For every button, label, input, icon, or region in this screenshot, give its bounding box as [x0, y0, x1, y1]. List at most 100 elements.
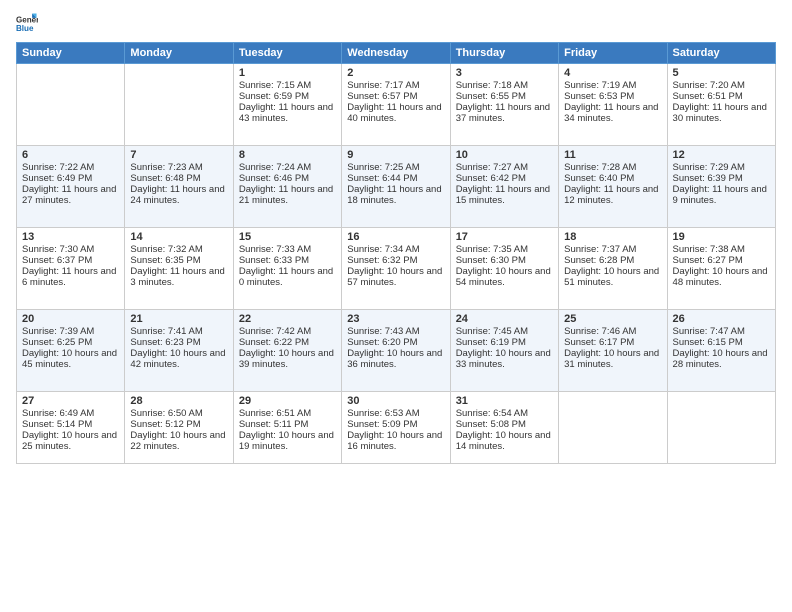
- day-number: 13: [22, 231, 119, 243]
- sunrise-text: Sunrise: 7:15 AM: [239, 80, 336, 91]
- sunset-text: Sunset: 5:14 PM: [22, 419, 119, 430]
- day-number: 19: [673, 231, 770, 243]
- sunrise-text: Sunrise: 6:51 AM: [239, 408, 336, 419]
- sunset-text: Sunset: 6:23 PM: [130, 337, 227, 348]
- daylight-text: Daylight: 11 hours and 40 minutes.: [347, 102, 444, 124]
- sunset-text: Sunset: 6:28 PM: [564, 255, 661, 266]
- calendar-cell: 9Sunrise: 7:25 AMSunset: 6:44 PMDaylight…: [342, 146, 450, 228]
- sunset-text: Sunset: 6:37 PM: [22, 255, 119, 266]
- sunset-text: Sunset: 6:48 PM: [130, 173, 227, 184]
- daylight-text: Daylight: 11 hours and 12 minutes.: [564, 184, 661, 206]
- sunrise-text: Sunrise: 7:27 AM: [456, 162, 553, 173]
- sunset-text: Sunset: 6:30 PM: [456, 255, 553, 266]
- sunset-text: Sunset: 5:09 PM: [347, 419, 444, 430]
- daylight-text: Daylight: 11 hours and 9 minutes.: [673, 184, 770, 206]
- daylight-text: Daylight: 10 hours and 57 minutes.: [347, 266, 444, 288]
- calendar-cell: 17Sunrise: 7:35 AMSunset: 6:30 PMDayligh…: [450, 228, 558, 310]
- daylight-text: Daylight: 11 hours and 15 minutes.: [456, 184, 553, 206]
- daylight-text: Daylight: 11 hours and 6 minutes.: [22, 266, 119, 288]
- daylight-text: Daylight: 11 hours and 3 minutes.: [130, 266, 227, 288]
- calendar-cell: 16Sunrise: 7:34 AMSunset: 6:32 PMDayligh…: [342, 228, 450, 310]
- sunrise-text: Sunrise: 7:29 AM: [673, 162, 770, 173]
- day-number: 2: [347, 67, 444, 79]
- sunrise-text: Sunrise: 7:25 AM: [347, 162, 444, 173]
- sunset-text: Sunset: 6:17 PM: [564, 337, 661, 348]
- sunset-text: Sunset: 6:44 PM: [347, 173, 444, 184]
- sunset-text: Sunset: 6:35 PM: [130, 255, 227, 266]
- day-number: 24: [456, 313, 553, 325]
- day-number: 11: [564, 149, 661, 161]
- day-number: 28: [130, 395, 227, 407]
- daylight-text: Daylight: 11 hours and 30 minutes.: [673, 102, 770, 124]
- logo: General Blue: [16, 12, 42, 34]
- daylight-text: Daylight: 10 hours and 16 minutes.: [347, 430, 444, 452]
- sunrise-text: Sunrise: 7:35 AM: [456, 244, 553, 255]
- calendar-cell: 7Sunrise: 7:23 AMSunset: 6:48 PMDaylight…: [125, 146, 233, 228]
- day-number: 20: [22, 313, 119, 325]
- calendar-cell: 19Sunrise: 7:38 AMSunset: 6:27 PMDayligh…: [667, 228, 775, 310]
- sunrise-text: Sunrise: 7:30 AM: [22, 244, 119, 255]
- daylight-text: Daylight: 11 hours and 18 minutes.: [347, 184, 444, 206]
- sunset-text: Sunset: 6:57 PM: [347, 91, 444, 102]
- day-number: 17: [456, 231, 553, 243]
- svg-text:Blue: Blue: [16, 24, 34, 33]
- calendar-cell: 29Sunrise: 6:51 AMSunset: 5:11 PMDayligh…: [233, 392, 341, 464]
- day-header: Monday: [125, 43, 233, 64]
- calendar-cell: [559, 392, 667, 464]
- calendar-cell: 12Sunrise: 7:29 AMSunset: 6:39 PMDayligh…: [667, 146, 775, 228]
- daylight-text: Daylight: 10 hours and 28 minutes.: [673, 348, 770, 370]
- sunrise-text: Sunrise: 7:43 AM: [347, 326, 444, 337]
- sunset-text: Sunset: 5:08 PM: [456, 419, 553, 430]
- calendar-cell: 5Sunrise: 7:20 AMSunset: 6:51 PMDaylight…: [667, 64, 775, 146]
- day-number: 10: [456, 149, 553, 161]
- day-number: 27: [22, 395, 119, 407]
- calendar-cell: 18Sunrise: 7:37 AMSunset: 6:28 PMDayligh…: [559, 228, 667, 310]
- calendar-cell: 21Sunrise: 7:41 AMSunset: 6:23 PMDayligh…: [125, 310, 233, 392]
- daylight-text: Daylight: 10 hours and 31 minutes.: [564, 348, 661, 370]
- day-number: 7: [130, 149, 227, 161]
- sunset-text: Sunset: 6:39 PM: [673, 173, 770, 184]
- daylight-text: Daylight: 11 hours and 34 minutes.: [564, 102, 661, 124]
- calendar-cell: 13Sunrise: 7:30 AMSunset: 6:37 PMDayligh…: [17, 228, 125, 310]
- daylight-text: Daylight: 11 hours and 21 minutes.: [239, 184, 336, 206]
- day-number: 21: [130, 313, 227, 325]
- calendar-cell: [17, 64, 125, 146]
- sunset-text: Sunset: 6:55 PM: [456, 91, 553, 102]
- sunrise-text: Sunrise: 7:28 AM: [564, 162, 661, 173]
- sunset-text: Sunset: 6:49 PM: [22, 173, 119, 184]
- sunrise-text: Sunrise: 7:17 AM: [347, 80, 444, 91]
- daylight-text: Daylight: 11 hours and 37 minutes.: [456, 102, 553, 124]
- day-header: Sunday: [17, 43, 125, 64]
- day-number: 15: [239, 231, 336, 243]
- sunrise-text: Sunrise: 7:42 AM: [239, 326, 336, 337]
- daylight-text: Daylight: 10 hours and 25 minutes.: [22, 430, 119, 452]
- day-number: 23: [347, 313, 444, 325]
- day-number: 5: [673, 67, 770, 79]
- sunrise-text: Sunrise: 7:24 AM: [239, 162, 336, 173]
- calendar-cell: 2Sunrise: 7:17 AMSunset: 6:57 PMDaylight…: [342, 64, 450, 146]
- sunrise-text: Sunrise: 7:20 AM: [673, 80, 770, 91]
- day-number: 14: [130, 231, 227, 243]
- calendar-cell: 30Sunrise: 6:53 AMSunset: 5:09 PMDayligh…: [342, 392, 450, 464]
- day-number: 4: [564, 67, 661, 79]
- daylight-text: Daylight: 11 hours and 24 minutes.: [130, 184, 227, 206]
- calendar-cell: 1Sunrise: 7:15 AMSunset: 6:59 PMDaylight…: [233, 64, 341, 146]
- sunrise-text: Sunrise: 7:37 AM: [564, 244, 661, 255]
- calendar-cell: [125, 64, 233, 146]
- sunrise-text: Sunrise: 6:54 AM: [456, 408, 553, 419]
- sunset-text: Sunset: 6:32 PM: [347, 255, 444, 266]
- daylight-text: Daylight: 10 hours and 48 minutes.: [673, 266, 770, 288]
- sunrise-text: Sunrise: 6:53 AM: [347, 408, 444, 419]
- sunrise-text: Sunrise: 7:34 AM: [347, 244, 444, 255]
- day-number: 9: [347, 149, 444, 161]
- sunset-text: Sunset: 6:33 PM: [239, 255, 336, 266]
- calendar-cell: 4Sunrise: 7:19 AMSunset: 6:53 PMDaylight…: [559, 64, 667, 146]
- calendar-cell: 28Sunrise: 6:50 AMSunset: 5:12 PMDayligh…: [125, 392, 233, 464]
- sunset-text: Sunset: 6:53 PM: [564, 91, 661, 102]
- daylight-text: Daylight: 11 hours and 27 minutes.: [22, 184, 119, 206]
- calendar-cell: 25Sunrise: 7:46 AMSunset: 6:17 PMDayligh…: [559, 310, 667, 392]
- calendar-cell: 22Sunrise: 7:42 AMSunset: 6:22 PMDayligh…: [233, 310, 341, 392]
- day-number: 30: [347, 395, 444, 407]
- day-number: 29: [239, 395, 336, 407]
- day-header: Thursday: [450, 43, 558, 64]
